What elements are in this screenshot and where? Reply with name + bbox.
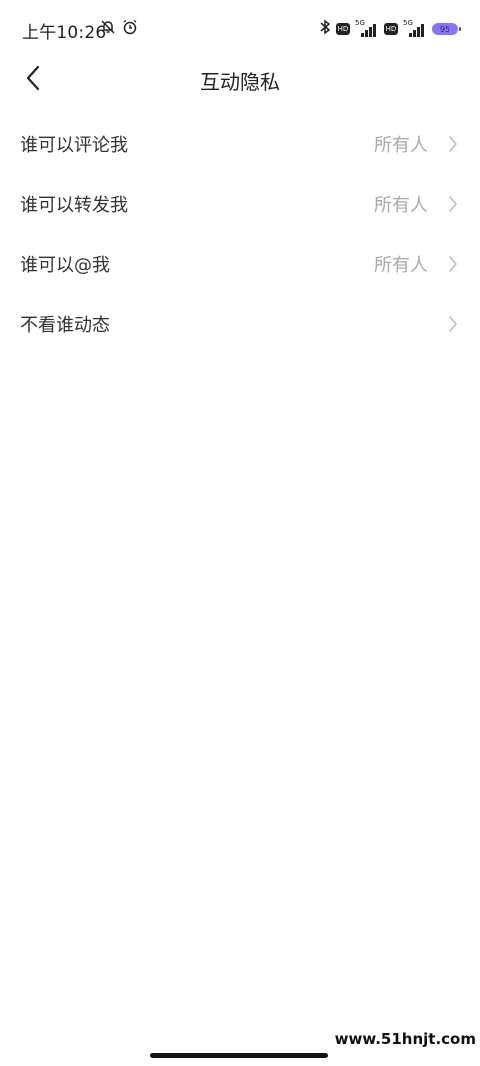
status-right-icons: HD 5G HD 5G 95: [319, 19, 461, 39]
row-label: 谁可以@我: [20, 255, 110, 276]
hd-badge: HD: [336, 23, 350, 35]
home-indicator[interactable]: [150, 1053, 328, 1058]
row-label: 谁可以评论我: [20, 135, 128, 156]
status-time: 上午10:26: [22, 23, 107, 43]
row-label: 谁可以转发我: [20, 195, 128, 216]
row-value: 所有人: [374, 135, 428, 156]
page-title: 互动隐私: [200, 70, 280, 94]
alarm-icon: [122, 19, 138, 39]
battery-icon: 95: [432, 23, 461, 35]
row-value: 所有人: [374, 195, 428, 216]
chevron-right-icon: [448, 315, 458, 333]
row-label: 不看谁动态: [20, 315, 110, 336]
signal-icon: 5G: [403, 19, 427, 37]
row-value: 所有人: [374, 255, 428, 276]
header: 互动隐私: [0, 58, 480, 102]
chevron-right-icon: [448, 255, 458, 273]
setting-row-hide-feeds[interactable]: 不看谁动态: [0, 294, 480, 354]
settings-list: 谁可以评论我 所有人 谁可以转发我 所有人 谁可以@我 所有人 不看谁动态: [0, 114, 480, 354]
hd-badge: HD: [384, 23, 398, 35]
status-bar: 上午10:26 HD 5G HD 5G 95: [0, 0, 480, 58]
chevron-right-icon: [448, 195, 458, 213]
chevron-right-icon: [448, 135, 458, 153]
bell-off-icon: [100, 19, 116, 39]
watermark: www.51hnjt.com: [334, 1030, 476, 1048]
setting-row-who-can-repost[interactable]: 谁可以转发我 所有人: [0, 174, 480, 234]
bluetooth-icon: [319, 19, 331, 39]
setting-row-who-can-mention[interactable]: 谁可以@我 所有人: [0, 234, 480, 294]
status-left-icons: [100, 19, 138, 39]
setting-row-who-can-comment[interactable]: 谁可以评论我 所有人: [0, 114, 480, 174]
signal-icon: 5G: [355, 19, 379, 37]
